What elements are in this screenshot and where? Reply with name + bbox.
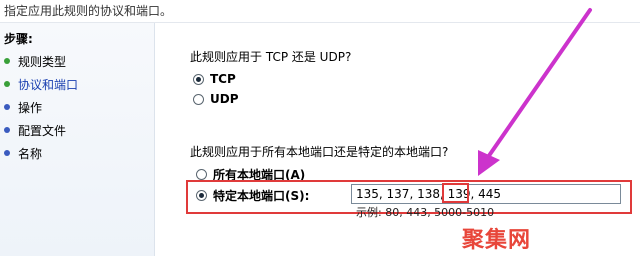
annotation-arrow-icon [478,8,592,176]
watermark-logo: 聚集网 [462,228,532,253]
